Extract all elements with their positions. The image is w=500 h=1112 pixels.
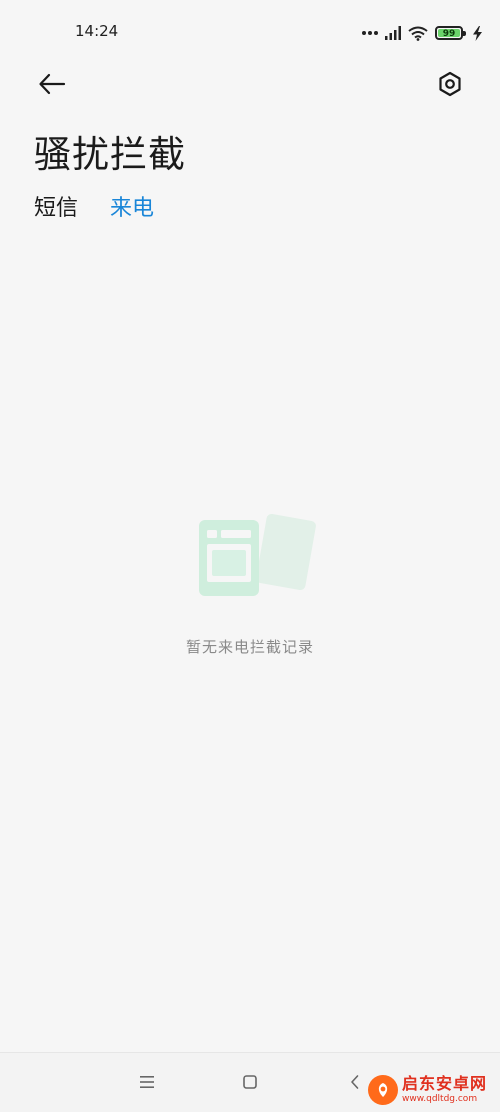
page-title: 骚扰拦截 xyxy=(34,133,186,176)
watermark-url: www.qdltdg.com xyxy=(402,1093,478,1104)
watermark-logo-icon xyxy=(368,1074,398,1105)
nav-menu-button[interactable] xyxy=(132,1067,162,1097)
charging-bolt-icon xyxy=(473,25,482,41)
battery-level: 99 xyxy=(442,29,456,39)
back-chevron-icon xyxy=(351,1075,359,1089)
wifi-icon xyxy=(408,26,428,41)
arrow-left-icon xyxy=(39,73,66,95)
settings-button[interactable] xyxy=(428,62,472,106)
signal-icon xyxy=(385,26,401,40)
dots-icon xyxy=(362,31,378,35)
watermark-title: 启东安卓网 xyxy=(402,1073,488,1093)
watermark: 启东安卓网 www.qdltdg.com xyxy=(368,1068,500,1111)
status-time: 14:24 xyxy=(75,22,119,40)
status-icons: 99 xyxy=(362,22,482,44)
nav-home-button[interactable] xyxy=(235,1067,265,1097)
status-bar: 14:24 99 xyxy=(0,0,500,66)
menu-icon xyxy=(140,1076,154,1088)
tab-calls[interactable]: 来电 xyxy=(110,193,154,225)
gear-hexagon-icon xyxy=(439,71,461,97)
empty-state-message: 暂无来电拦截记录 xyxy=(185,638,314,656)
nav-back-button[interactable] xyxy=(340,1067,370,1097)
tab-sms[interactable]: 短信 xyxy=(34,193,78,225)
back-button[interactable] xyxy=(30,62,74,106)
battery-icon: 99 xyxy=(435,26,466,40)
home-square-icon xyxy=(243,1075,257,1089)
empty-records-illustration xyxy=(194,512,316,602)
tab-bar: 短信 来电 xyxy=(34,193,154,225)
